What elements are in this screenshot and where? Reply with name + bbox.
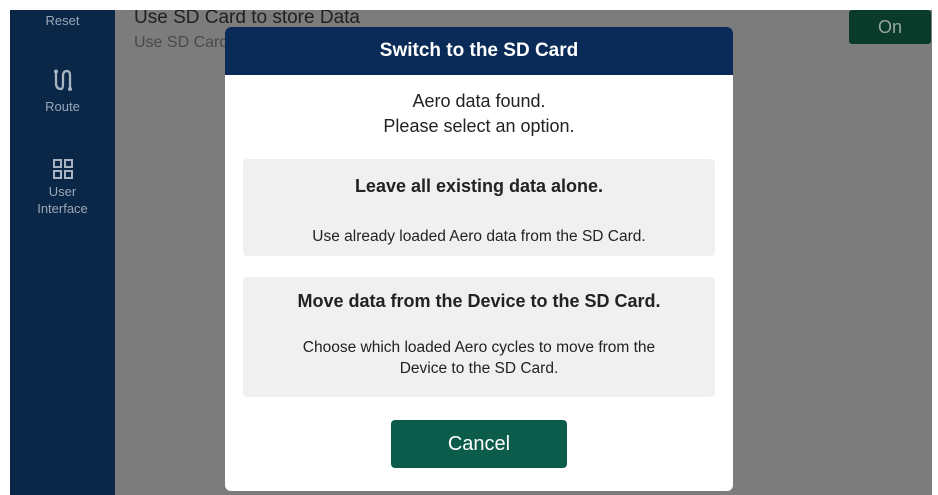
- sidebar-item-label: Reset: [45, 13, 80, 28]
- app-frame: Reset Route User Interface Use SD Card t…: [10, 10, 932, 495]
- cancel-button[interactable]: Cancel: [391, 420, 567, 468]
- grid-icon: [52, 159, 73, 179]
- option-move-data[interactable]: Move data from the Device to the SD Card…: [243, 277, 715, 397]
- sidebar: Reset Route User Interface: [10, 10, 115, 495]
- route-icon: [53, 69, 72, 91]
- option-description-line: Choose which loaded Aero cycles to move …: [302, 339, 656, 356]
- sidebar-item-reset[interactable]: Reset: [10, 12, 115, 29]
- sidebar-item-label: User Interface: [37, 184, 88, 216]
- option-description-line: Device to the SD Card.: [399, 360, 559, 377]
- option-description: Use already loaded Aero data from the SD…: [312, 228, 646, 245]
- dialog-title: Switch to the SD Card: [225, 27, 733, 75]
- dialog-message-line: Please select an option.: [383, 116, 575, 136]
- option-title: Leave all existing data alone.: [354, 176, 604, 196]
- sd-card-toggle-button[interactable]: On: [849, 10, 931, 44]
- sidebar-item-route[interactable]: Route: [10, 68, 115, 115]
- option-title: Move data from the Device to the SD Card…: [297, 291, 661, 311]
- sidebar-item-user-interface[interactable]: User Interface: [10, 158, 115, 217]
- dialog-message-line: Aero data found.: [412, 91, 546, 111]
- switch-sd-card-dialog: Switch to the SD Card Aero data found. P…: [225, 27, 733, 491]
- sidebar-item-label: Route: [45, 99, 80, 114]
- option-leave-data[interactable]: Leave all existing data alone. Use alrea…: [243, 159, 715, 256]
- option-description: Choose which loaded Aero cycles to move …: [243, 337, 715, 379]
- dialog-message: Aero data found. Please select an option…: [225, 89, 733, 139]
